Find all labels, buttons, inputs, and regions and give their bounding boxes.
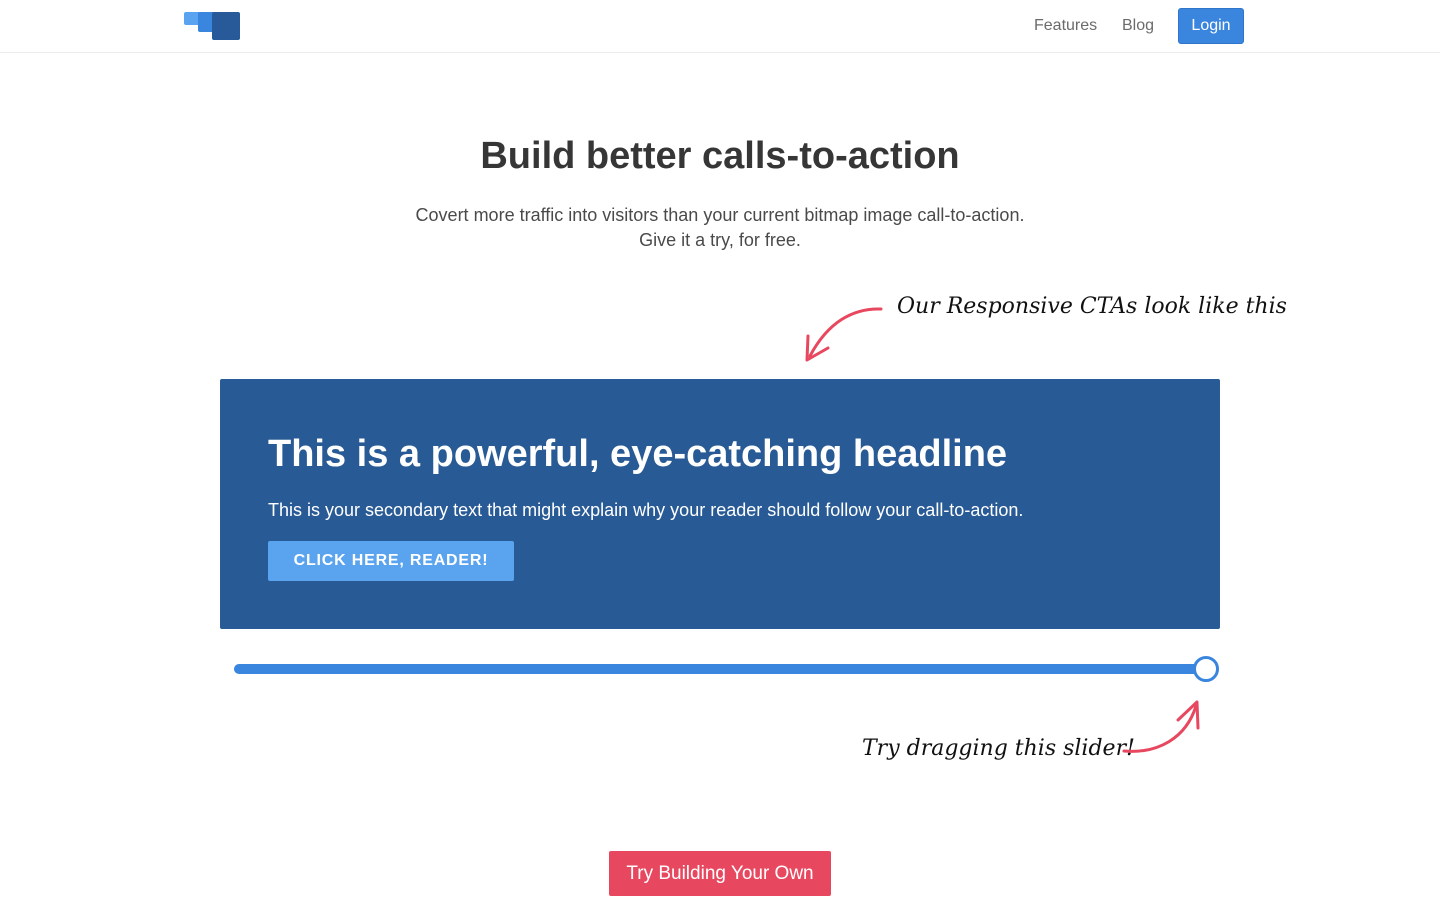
- annotation-arrow-down-icon: [805, 307, 883, 362]
- width-slider[interactable]: [234, 656, 1220, 682]
- logo-icon[interactable]: [184, 12, 240, 40]
- hero-subtitle-line-2: Give it a try, for free.: [639, 230, 801, 250]
- hero-subtitle-line-1: Covert more traffic into visitors than y…: [415, 205, 1025, 225]
- hero-subtitle: Covert more traffic into visitors than y…: [0, 203, 1440, 253]
- cta-preview-card: This is a powerful, eye-catching headlin…: [220, 379, 1220, 629]
- nav-link-features[interactable]: Features: [1034, 17, 1097, 35]
- top-navbar: Features Blog Login: [0, 0, 1440, 53]
- annotation-cta-preview: Our Responsive CTAs look like this: [897, 294, 1287, 319]
- hero-title: Build better calls-to-action: [480, 135, 960, 177]
- try-building-button[interactable]: Try Building Your Own: [609, 851, 831, 896]
- logo-block-large: [212, 12, 240, 40]
- nav-link-blog[interactable]: Blog: [1122, 17, 1154, 35]
- annotation-arrow-up-icon: [1122, 700, 1200, 753]
- annotation-slider-hint: Try dragging this slider!: [862, 736, 1135, 761]
- login-button[interactable]: Login: [1178, 8, 1244, 44]
- cta-secondary-text: This is your secondary text that might e…: [268, 500, 1024, 520]
- slider-fill: [234, 664, 1206, 674]
- slider-thumb[interactable]: [1193, 656, 1219, 682]
- cta-click-button[interactable]: CLICK HERE, READER!: [268, 541, 514, 581]
- cta-headline: This is a powerful, eye-catching headlin…: [268, 433, 1008, 475]
